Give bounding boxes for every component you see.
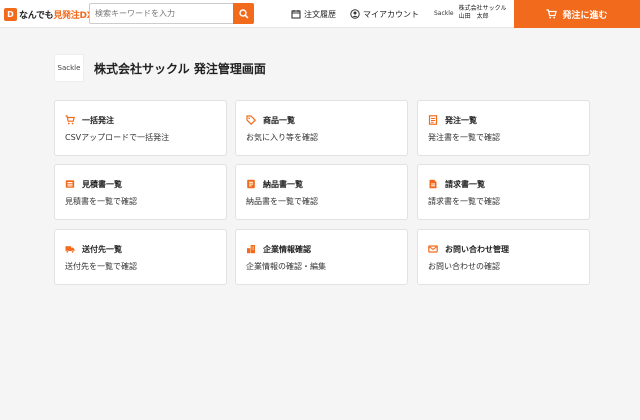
user-info: Sackle 株式会社サックル 山田 太郎 <box>434 5 506 21</box>
menu-card-products[interactable]: 商品一覧 お気に入り等を確認 <box>235 100 408 156</box>
card-description: お問い合わせの確認 <box>428 262 500 271</box>
cart-icon <box>65 115 75 125</box>
calendar-icon <box>291 10 301 19</box>
mail-icon <box>428 245 438 253</box>
list-icon <box>65 180 75 188</box>
truck-icon <box>65 246 75 254</box>
card-title: 商品一覧 <box>263 116 295 125</box>
card-description: 請求書を一覧で確認 <box>428 197 500 206</box>
card-title: 発注一覧 <box>445 116 477 125</box>
card-title: 送付先一覧 <box>82 245 122 254</box>
site-logo[interactable]: D なんでも見発注DX <box>4 7 94 21</box>
card-description: CSVアップロードで一括発注 <box>65 133 170 142</box>
page-title: 株式会社サックル 発注管理画面 <box>94 61 266 76</box>
proceed-order-button[interactable]: 発注に進む <box>514 0 640 28</box>
company-logo: Sackle <box>54 54 84 82</box>
card-description: 見積書を一覧で確認 <box>65 197 137 206</box>
card-title: お問い合わせ管理 <box>445 245 509 254</box>
card-title: 企業情報確認 <box>263 245 311 254</box>
file-icon <box>429 179 437 189</box>
document-icon <box>428 115 438 125</box>
menu-card-delivery-notes[interactable]: 納品書一覧 納品書を一覧で確認 <box>235 164 408 220</box>
card-description: 企業情報の確認・編集 <box>246 262 326 271</box>
menu-card-company-info[interactable]: 企業情報確認 企業情報の確認・編集 <box>235 229 408 285</box>
card-title: 一括発注 <box>82 116 114 125</box>
card-description: 送付先を一覧で確認 <box>65 262 137 271</box>
order-history-link[interactable]: 注文履歴 <box>291 6 336 22</box>
card-title: 請求書一覧 <box>445 180 485 189</box>
search-icon <box>238 8 249 19</box>
cart-icon <box>546 9 558 19</box>
menu-card-inquiries[interactable]: お問い合わせ管理 お問い合わせの確認 <box>417 229 590 285</box>
search-input[interactable] <box>89 3 233 24</box>
logo-text: なんでも見発注DX <box>19 10 94 21</box>
menu-card-orders[interactable]: 発注一覧 発注書を一覧で確認 <box>417 100 590 156</box>
my-account-link[interactable]: マイアカウント <box>350 6 419 22</box>
menu-card-estimates[interactable]: 見積書一覧 見積書を一覧で確認 <box>54 164 227 220</box>
user-name: 山田 太郎 <box>458 13 489 20</box>
menu-card-destinations[interactable]: 送付先一覧 送付先を一覧で確認 <box>54 229 227 285</box>
tag-icon <box>246 115 256 125</box>
card-description: お気に入り等を確認 <box>246 133 318 142</box>
order-history-label: 注文履歴 <box>304 9 336 19</box>
search-button[interactable] <box>233 3 254 24</box>
menu-card-bulk-order[interactable]: 一括発注 CSVアップロードで一括発注 <box>54 100 227 156</box>
invoice-icon <box>247 179 255 189</box>
search-bar <box>89 3 254 24</box>
building-icon <box>247 245 255 254</box>
user-circle-icon <box>350 9 360 19</box>
logo-mark-icon: D <box>4 7 17 21</box>
card-title: 納品書一覧 <box>263 180 303 189</box>
card-title: 見積書一覧 <box>82 180 122 189</box>
card-description: 納品書を一覧で確認 <box>246 197 318 206</box>
menu-card-invoices[interactable]: 請求書一覧 請求書を一覧で確認 <box>417 164 590 220</box>
my-account-label: マイアカウント <box>363 9 419 19</box>
company-header: Sackle 株式会社サックル 発注管理画面 <box>54 54 266 82</box>
user-company: 株式会社サックル <box>458 5 507 12</box>
user-brand: Sackle <box>434 9 454 17</box>
top-header: D なんでも見発注DX 注文履歴 マイアカウント Sackle 株式会社サックル… <box>0 0 640 28</box>
proceed-order-label: 発注に進む <box>562 10 608 21</box>
card-description: 発注書を一覧で確認 <box>428 133 500 142</box>
